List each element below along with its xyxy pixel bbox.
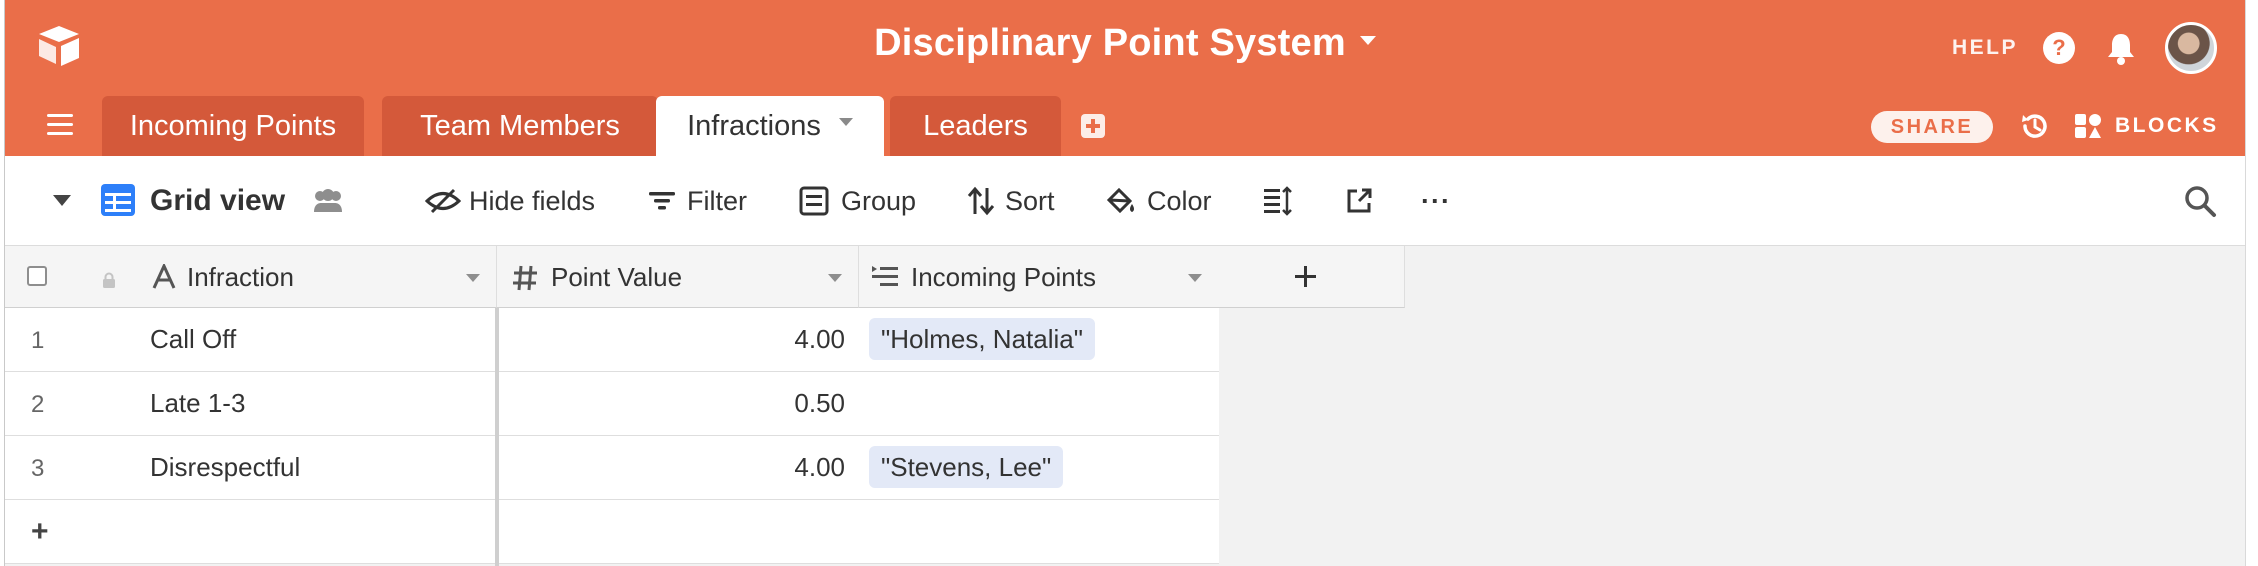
infraction-value: Disrespectful bbox=[150, 452, 301, 482]
column-menu-chevron-icon[interactable] bbox=[1188, 274, 1202, 282]
tab-team-members[interactable]: Team Members bbox=[382, 96, 658, 156]
window-right-edge bbox=[2245, 0, 2258, 566]
filter-icon bbox=[649, 192, 675, 210]
tab-label: Infractions bbox=[687, 110, 821, 142]
frozen-column-divider[interactable] bbox=[495, 308, 499, 566]
hide-fields-label: Hide fields bbox=[469, 186, 596, 216]
add-field-button[interactable] bbox=[1218, 246, 1405, 308]
lock-icon bbox=[103, 272, 115, 288]
column-header-label: Point Value bbox=[551, 262, 683, 292]
infraction-value: Call Off bbox=[150, 324, 237, 354]
blocks-label: BLOCKS bbox=[2115, 114, 2219, 137]
row-number: 3 bbox=[31, 455, 45, 482]
sort-icon bbox=[967, 186, 995, 216]
hide-fields-button[interactable]: Hide fields bbox=[425, 156, 595, 246]
tab-label: Team Members bbox=[420, 110, 620, 142]
base-header: Disciplinary Point System HELP ? Incomin… bbox=[5, 0, 2245, 156]
row-number: 1 bbox=[31, 327, 45, 354]
infraction-cell[interactable]: 2 Late 1-3 bbox=[5, 372, 497, 436]
chevron-down-icon[interactable] bbox=[838, 118, 853, 127]
share-button[interactable]: SHARE bbox=[1871, 111, 1993, 143]
user-avatar[interactable] bbox=[2165, 22, 2217, 74]
linked-record-field-type-icon bbox=[872, 266, 898, 286]
row-number: 2 bbox=[31, 391, 45, 418]
tab-incoming-points[interactable]: Incoming Points bbox=[102, 96, 364, 156]
group-button[interactable]: Group bbox=[799, 156, 916, 246]
tab-label: Incoming Points bbox=[129, 110, 337, 142]
airtable-app: Disciplinary Point System HELP ? Incomin… bbox=[5, 0, 2245, 566]
group-icon bbox=[799, 186, 829, 216]
tab-leaders[interactable]: Leaders bbox=[890, 96, 1061, 156]
search-icon[interactable] bbox=[2183, 184, 2217, 218]
linked-record-chip[interactable]: "Holmes, Natalia" bbox=[869, 318, 1095, 361]
infraction-value: Late 1-3 bbox=[150, 388, 246, 418]
incoming-points-cell[interactable]: "Holmes, Natalia" bbox=[859, 308, 1219, 372]
column-menu-chevron-icon[interactable] bbox=[828, 274, 842, 282]
notifications-bell-icon[interactable] bbox=[2105, 30, 2137, 66]
infraction-cell[interactable]: 1 Call Off bbox=[5, 308, 497, 372]
infraction-cell[interactable]: 3 Disrespectful bbox=[5, 436, 497, 500]
group-label: Group bbox=[841, 186, 917, 216]
number-field-type-icon bbox=[513, 265, 537, 291]
help-icon[interactable]: ? bbox=[2043, 32, 2075, 64]
share-view-external-icon[interactable] bbox=[1345, 187, 1373, 215]
column-header-infraction[interactable]: Infraction bbox=[5, 246, 497, 308]
sort-label: Sort bbox=[1005, 186, 1055, 216]
blocks-icon bbox=[2075, 114, 2101, 138]
more-options-icon[interactable]: ··· bbox=[1421, 156, 1451, 246]
color-label: Color bbox=[1147, 186, 1212, 216]
view-name[interactable]: Grid view bbox=[150, 156, 285, 246]
filter-button[interactable]: Filter bbox=[647, 156, 747, 246]
base-title-text[interactable]: Disciplinary Point System bbox=[874, 22, 1346, 64]
chevron-down-icon[interactable] bbox=[1359, 36, 1376, 46]
tab-label: Leaders bbox=[923, 110, 1028, 142]
help-link[interactable]: HELP bbox=[1952, 36, 2018, 60]
incoming-points-cell[interactable]: "Stevens, Lee" bbox=[859, 436, 1219, 500]
add-row-filler[interactable] bbox=[497, 500, 1219, 564]
text-field-type-icon bbox=[152, 264, 176, 289]
color-bucket-icon bbox=[1106, 187, 1134, 214]
base-title[interactable]: Disciplinary Point System bbox=[5, 22, 2245, 65]
sort-button[interactable]: Sort bbox=[967, 156, 1055, 246]
column-header-point-value[interactable]: Point Value bbox=[497, 246, 859, 308]
view-toolbar: Grid view Hide fields Filter Group Sort … bbox=[5, 156, 2245, 246]
tab-infractions[interactable]: Infractions bbox=[656, 96, 884, 156]
incoming-points-cell[interactable] bbox=[859, 372, 1219, 436]
point-value-cell[interactable]: 4.00 bbox=[497, 436, 859, 500]
collaborators-icon[interactable] bbox=[311, 186, 345, 216]
select-all-checkbox[interactable] bbox=[27, 266, 47, 286]
blocks-button[interactable]: BLOCKS bbox=[2073, 110, 2219, 142]
add-table-icon[interactable] bbox=[1081, 114, 1105, 138]
column-header-label: Incoming Points bbox=[911, 262, 1096, 292]
add-row-button[interactable]: + bbox=[5, 500, 497, 564]
point-value-cell[interactable]: 4.00 bbox=[497, 308, 859, 372]
history-icon[interactable] bbox=[2019, 110, 2051, 142]
filter-label: Filter bbox=[687, 186, 747, 216]
column-menu-chevron-icon[interactable] bbox=[466, 274, 480, 282]
view-switcher-chevron-icon[interactable] bbox=[53, 195, 71, 206]
grid-view-icon[interactable] bbox=[101, 184, 135, 216]
hide-fields-icon bbox=[425, 188, 461, 214]
point-value-cell[interactable]: 0.50 bbox=[497, 372, 859, 436]
column-header-incoming-points[interactable]: Incoming Points bbox=[859, 246, 1219, 308]
row-height-icon[interactable] bbox=[1263, 186, 1293, 216]
color-button[interactable]: Color bbox=[1105, 156, 1212, 246]
linked-record-chip[interactable]: "Stevens, Lee" bbox=[869, 446, 1064, 489]
add-row-plus-icon[interactable]: + bbox=[5, 515, 49, 548]
column-header-label: Infraction bbox=[187, 262, 294, 292]
hamburger-menu-icon[interactable] bbox=[47, 114, 73, 136]
